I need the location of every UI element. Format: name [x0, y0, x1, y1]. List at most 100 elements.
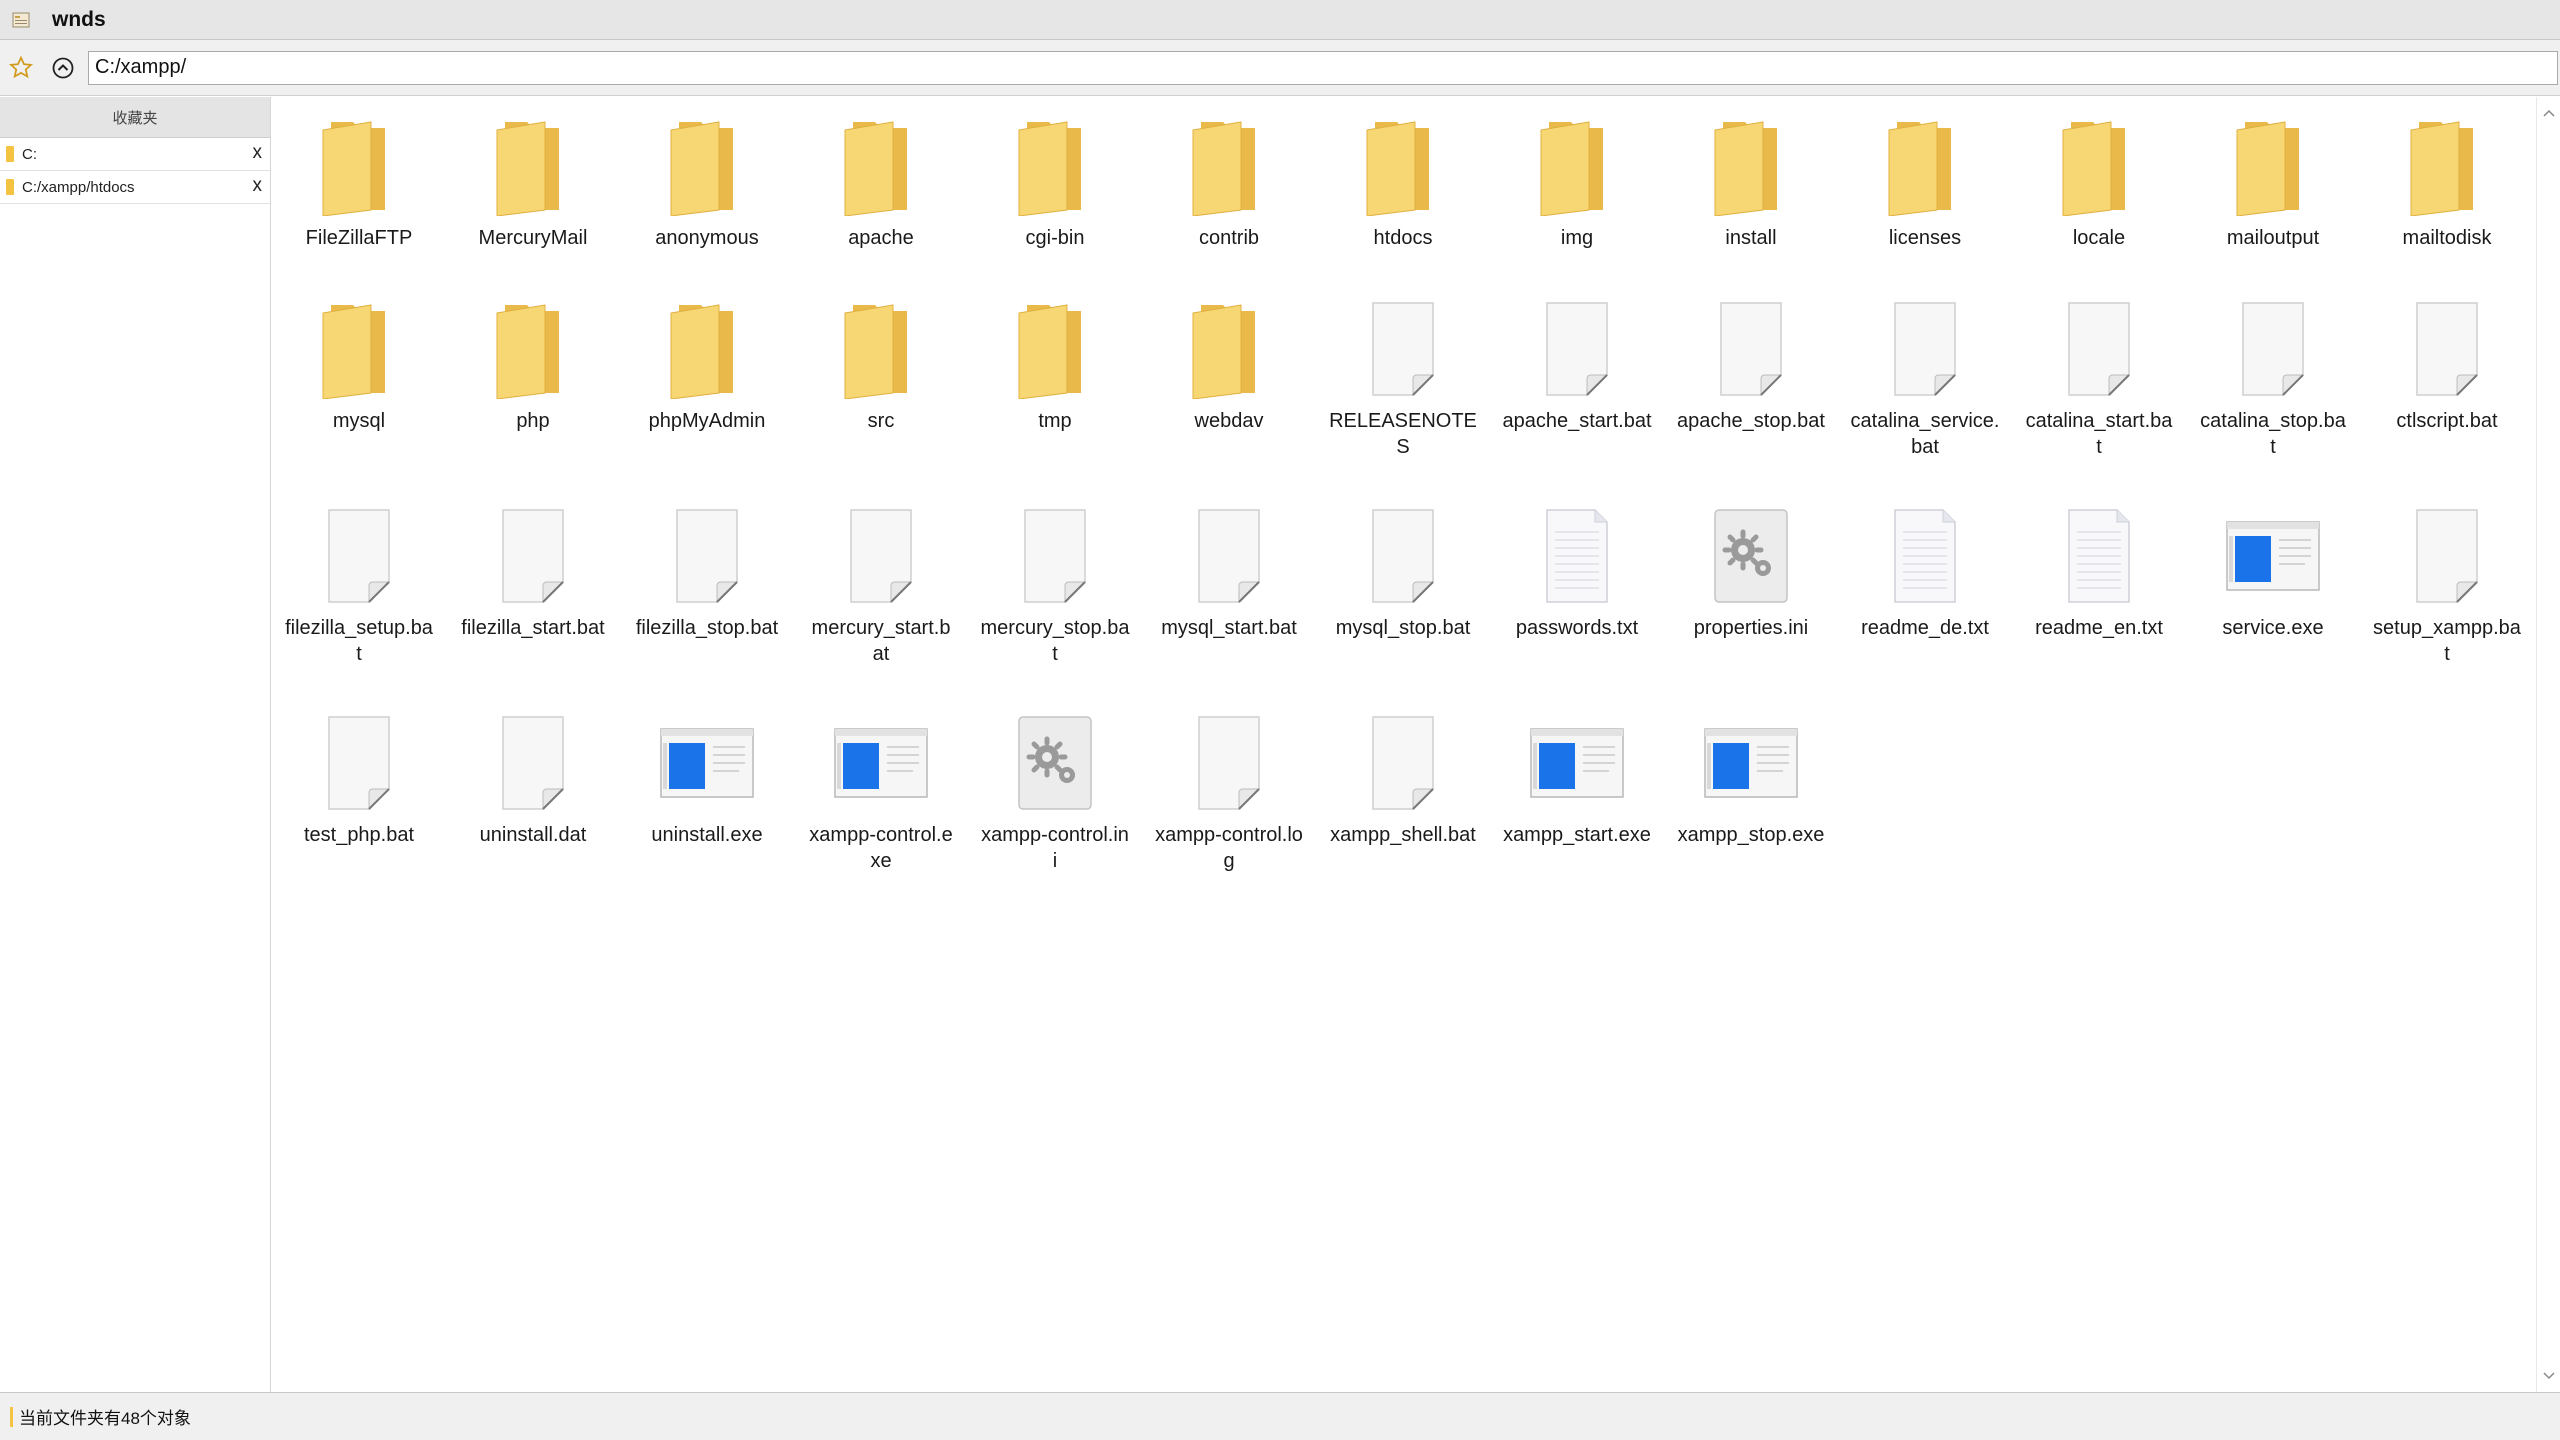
file-item[interactable]: ctlscript.bat: [2360, 280, 2534, 487]
file-name: xampp_shell.bat: [1330, 824, 1476, 846]
file-item[interactable]: properties.ini: [1664, 487, 1838, 694]
file-item[interactable]: uninstall.exe: [620, 694, 794, 901]
file-name: FileZillaFTP: [305, 227, 413, 249]
file-item[interactable]: tmp: [968, 280, 1142, 487]
file-item[interactable]: readme_en.txt: [2012, 487, 2186, 694]
folder-icon: [2223, 113, 2323, 219]
file-name: catalina_stop.bat: [2200, 410, 2346, 458]
remove-favorite-button[interactable]: x: [253, 175, 263, 197]
folder-icon: [6, 146, 14, 162]
file-grid: FileZillaFTP MercuryMail anonymous apache cg…: [272, 97, 2536, 901]
file-item[interactable]: xampp_stop.exe: [1664, 694, 1838, 901]
file-item[interactable]: filezilla_start.bat: [446, 487, 620, 694]
favorites-header: 收藏夹: [0, 97, 270, 138]
file-item[interactable]: MercuryMail: [446, 97, 620, 280]
file-name: mercury_stop.bat: [980, 617, 1130, 665]
file-item[interactable]: RELEASENOTES: [1316, 280, 1490, 487]
file-icon: [1353, 503, 1453, 609]
file-item[interactable]: cgi-bin: [968, 97, 1142, 280]
favorites-sidebar: 收藏夹 C: x C:/xampp/htdocs x: [0, 97, 271, 1392]
file-icon: [2049, 296, 2149, 402]
file-icon: [309, 503, 409, 609]
file-name: webdav: [1194, 410, 1264, 432]
file-item[interactable]: mercury_stop.bat: [968, 487, 1142, 694]
folder-icon: [309, 113, 409, 219]
settings-file-icon: [1701, 503, 1801, 609]
file-icon: [1527, 296, 1627, 402]
path-input[interactable]: [88, 50, 2558, 85]
file-item[interactable]: phpMyAdmin: [620, 280, 794, 487]
executable-icon: [2223, 503, 2323, 609]
favorite-item-htdocs[interactable]: C:/xampp/htdocs x: [0, 171, 270, 204]
file-item[interactable]: xampp-control.log: [1142, 694, 1316, 901]
file-item[interactable]: filezilla_stop.bat: [620, 487, 794, 694]
file-item[interactable]: catalina_stop.bat: [2186, 280, 2360, 487]
text-file-icon: [2049, 503, 2149, 609]
folder-icon: [2049, 113, 2149, 219]
file-item[interactable]: mailtodisk: [2360, 97, 2534, 280]
file-icon: [1005, 503, 1105, 609]
file-item[interactable]: catalina_service.bat: [1838, 280, 2012, 487]
executable-icon: [831, 710, 931, 816]
file-item[interactable]: install: [1664, 97, 1838, 280]
executable-icon: [1701, 710, 1801, 816]
favorite-item-c[interactable]: C: x: [0, 138, 270, 171]
file-item[interactable]: mailoutput: [2186, 97, 2360, 280]
file-name: MercuryMail: [478, 227, 588, 249]
file-item[interactable]: src: [794, 280, 968, 487]
file-item[interactable]: mercury_start.bat: [794, 487, 968, 694]
file-item[interactable]: mysql: [272, 280, 446, 487]
file-item[interactable]: FileZillaFTP: [272, 97, 446, 280]
file-name: mercury_start.bat: [811, 617, 951, 665]
file-item[interactable]: img: [1490, 97, 1664, 280]
executable-icon: [1527, 710, 1627, 816]
file-icon: [657, 503, 757, 609]
file-name: anonymous: [655, 227, 759, 249]
file-item[interactable]: webdav: [1142, 280, 1316, 487]
file-name: uninstall.dat: [479, 824, 587, 846]
file-item[interactable]: apache_start.bat: [1490, 280, 1664, 487]
file-item[interactable]: xampp-control.exe: [794, 694, 968, 901]
file-item[interactable]: apache_stop.bat: [1664, 280, 1838, 487]
file-item[interactable]: apache: [794, 97, 968, 280]
file-item[interactable]: setup_xampp.bat: [2360, 487, 2534, 694]
file-name: cgi-bin: [1025, 227, 1085, 249]
file-icon: [1353, 296, 1453, 402]
file-item[interactable]: readme_de.txt: [1838, 487, 2012, 694]
star-icon[interactable]: [6, 53, 36, 83]
folder-icon: [831, 113, 931, 219]
file-item[interactable]: mysql_stop.bat: [1316, 487, 1490, 694]
file-name: test_php.bat: [303, 824, 415, 846]
file-name: contrib: [1198, 227, 1260, 249]
file-name: readme_de.txt: [1861, 617, 1989, 639]
file-item[interactable]: locale: [2012, 97, 2186, 280]
file-item[interactable]: mysql_start.bat: [1142, 487, 1316, 694]
file-icon: [309, 710, 409, 816]
remove-favorite-button[interactable]: x: [253, 142, 263, 164]
up-arrow-circle-icon[interactable]: [48, 53, 78, 83]
file-item[interactable]: service.exe: [2186, 487, 2360, 694]
file-item[interactable]: contrib: [1142, 97, 1316, 280]
file-icon: [1875, 296, 1975, 402]
file-item[interactable]: anonymous: [620, 97, 794, 280]
file-item[interactable]: licenses: [1838, 97, 2012, 280]
file-name: install: [1725, 227, 1777, 249]
file-item[interactable]: test_php.bat: [272, 694, 446, 901]
file-item[interactable]: php: [446, 280, 620, 487]
file-item[interactable]: catalina_start.bat: [2012, 280, 2186, 487]
file-item[interactable]: passwords.txt: [1490, 487, 1664, 694]
file-item[interactable]: xampp_start.exe: [1490, 694, 1664, 901]
file-name: uninstall.exe: [651, 824, 763, 846]
file-icon: [1179, 710, 1279, 816]
file-icon: [1179, 503, 1279, 609]
file-item[interactable]: filezilla_setup.bat: [272, 487, 446, 694]
file-icon: [483, 503, 583, 609]
scroll-up-arrow-icon[interactable]: [2537, 101, 2560, 125]
vertical-scrollbar[interactable]: [2536, 97, 2560, 1392]
file-name: tmp: [1038, 410, 1072, 432]
file-item[interactable]: xampp-control.ini: [968, 694, 1142, 901]
file-item[interactable]: xampp_shell.bat: [1316, 694, 1490, 901]
file-item[interactable]: uninstall.dat: [446, 694, 620, 901]
file-item[interactable]: htdocs: [1316, 97, 1490, 280]
scroll-down-arrow-icon[interactable]: [2537, 1364, 2560, 1388]
